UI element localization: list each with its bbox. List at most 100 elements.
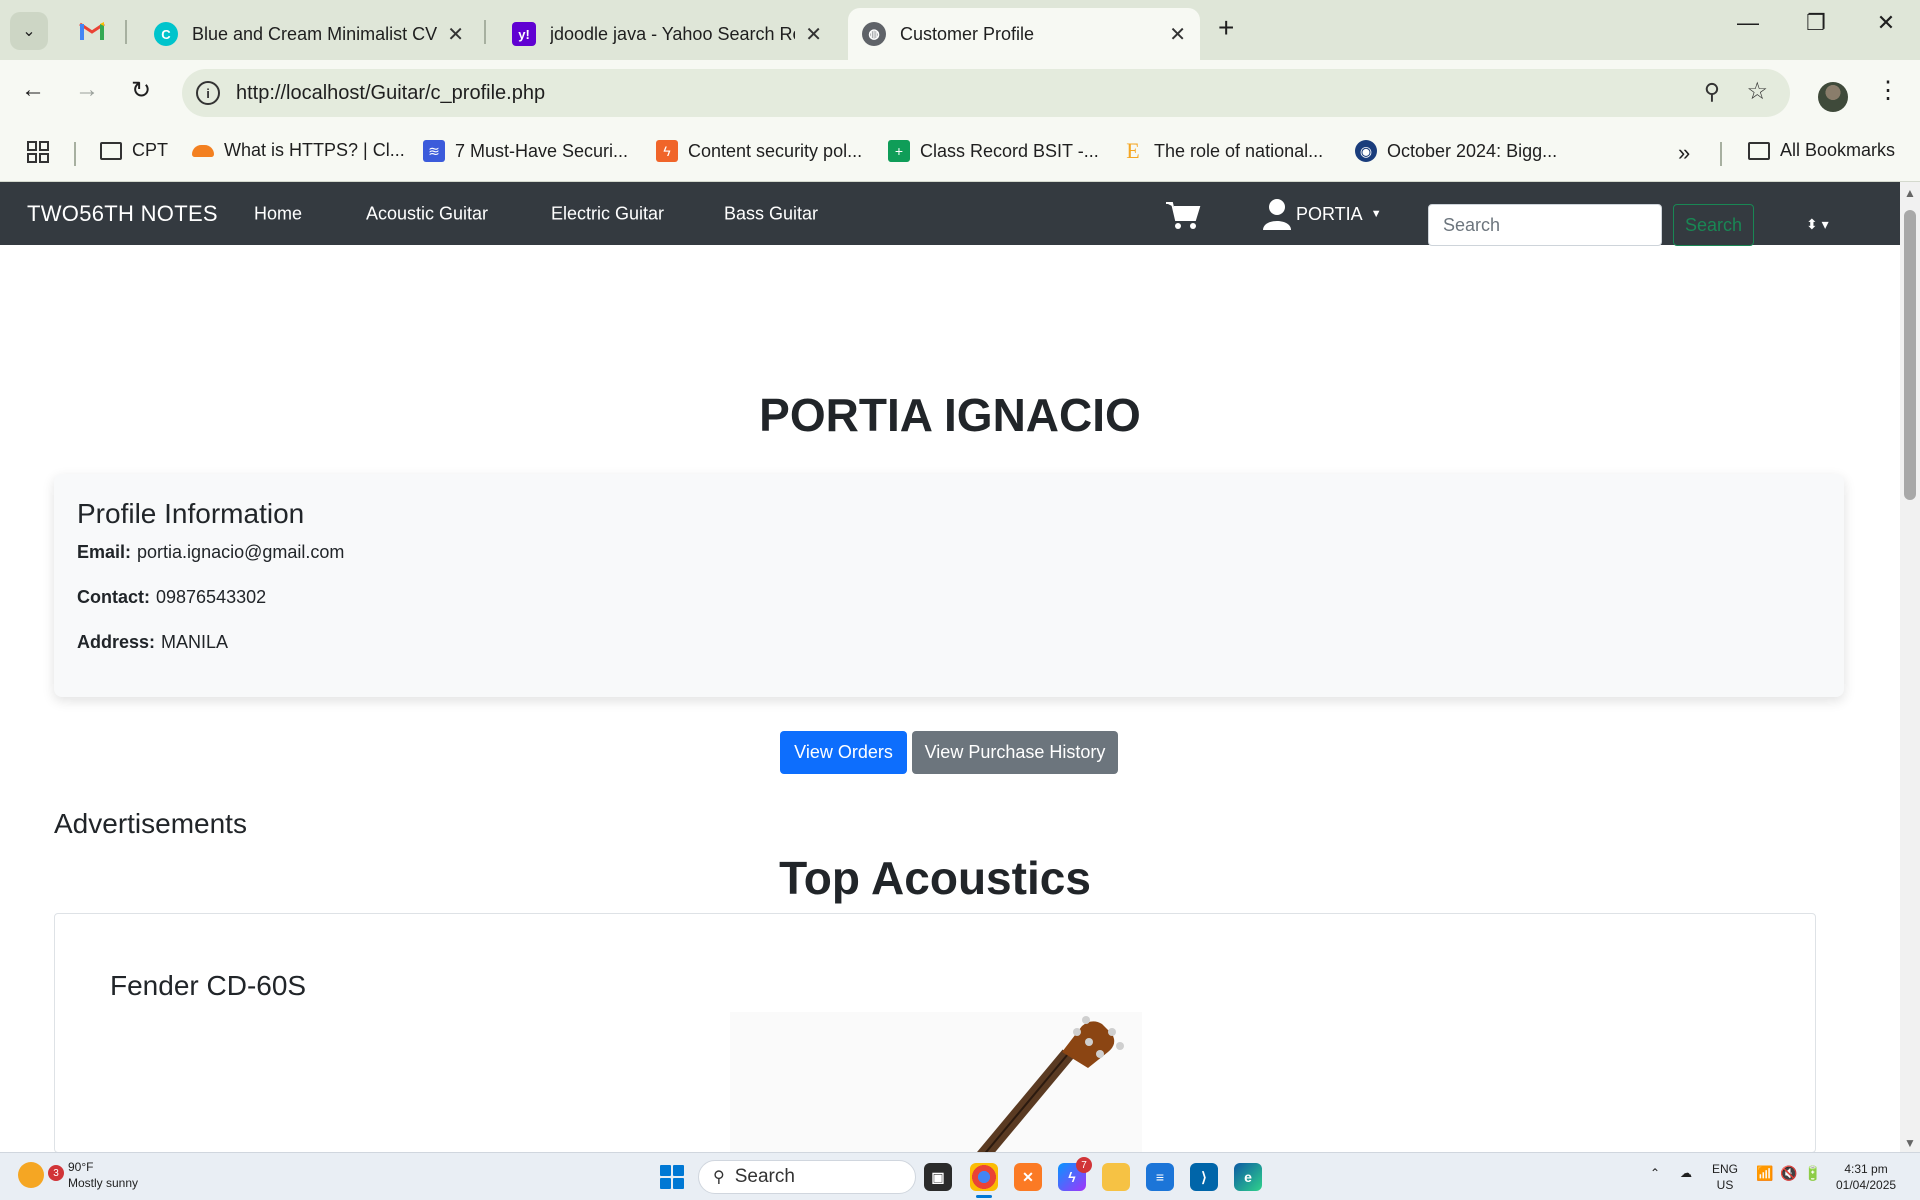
apps-grid-icon[interactable] [26, 140, 50, 164]
xampp-icon[interactable]: ✕ [1014, 1163, 1042, 1191]
bookmarks-bar: CPT What is HTTPS? | Cl... ≋ 7 Must-Have… [0, 126, 1920, 182]
wifi-icon[interactable]: 📶 [1756, 1165, 1773, 1181]
volume-muted-icon[interactable]: 🔇 [1780, 1165, 1797, 1181]
tab-yahoo[interactable]: y! jdoodle java - Yahoo Search Res ✕ [498, 8, 836, 60]
gmail-pinned-tab[interactable] [72, 14, 112, 48]
grid-icon [27, 141, 49, 163]
product-card[interactable]: Fender CD-60S [54, 913, 1816, 1153]
tab-canva[interactable]: C Blue and Cream Minimalist CV R ✕ [140, 8, 478, 60]
user-icon [1263, 199, 1291, 230]
bookmark-national[interactable]: E The role of national... [1122, 138, 1324, 163]
language-indicator[interactable]: ENG US [1712, 1161, 1738, 1193]
address-label: Address: [77, 632, 156, 652]
profile-card: Profile Information Email: portia.ignacio… [54, 474, 1844, 697]
scroll-up-icon[interactable]: ▲ [1904, 186, 1916, 200]
bookmark-csp[interactable]: ϟ Content security pol... [656, 140, 862, 162]
tab-title: jdoodle java - Yahoo Search Res [550, 23, 796, 44]
region-label: US [1716, 1178, 1734, 1192]
bookmark-label: CPT [132, 140, 168, 160]
bookmark-star-icon[interactable]: ☆ [1746, 77, 1768, 106]
bookmark-label: The role of national... [1154, 140, 1324, 161]
contact-label: Contact: [77, 587, 150, 607]
browser-tabstrip: ⌄ C Blue and Cream Minimalist CV R ✕ y! … [0, 0, 1920, 60]
tab-title: Customer Profile [900, 23, 1035, 44]
tab-search-button[interactable]: ⌄ [10, 12, 48, 50]
sun-icon [18, 1162, 44, 1188]
site-navbar: TWO56TH NOTES Home Acoustic Guitar Elect… [0, 182, 1900, 246]
new-tab-icon[interactable]: + [1218, 12, 1234, 44]
chrome-icon[interactable] [970, 1163, 998, 1191]
onedrive-icon[interactable]: ☁ [1680, 1165, 1692, 1181]
user-menu[interactable]: PORTIA ▼ [1262, 198, 1382, 230]
chevron-double-right-icon[interactable]: » [1678, 140, 1690, 166]
weather-widget[interactable]: 3 90°F Mostly sunny [18, 1159, 138, 1191]
site-search-input[interactable] [1428, 204, 1662, 246]
zoom-icon[interactable]: ⚲ [1704, 79, 1720, 105]
contact-value: 09876543302 [156, 587, 267, 607]
nav-bass-guitar[interactable]: Bass Guitar [724, 204, 818, 225]
bookmark-https[interactable]: What is HTTPS? | Cl... [192, 140, 405, 161]
task-view-icon[interactable]: ▣ [924, 1163, 952, 1191]
close-window-icon[interactable]: ✕ [1866, 10, 1906, 36]
profile-address-row: Address: MANILA [77, 632, 228, 653]
view-orders-button[interactable]: View Orders [780, 731, 907, 774]
close-icon[interactable]: ✕ [447, 22, 464, 47]
notepad-icon[interactable]: ≡ [1146, 1163, 1174, 1191]
minimize-icon[interactable]: — [1728, 10, 1768, 36]
guitar-icon [977, 1016, 1124, 1152]
taskbar-search-label: Search [734, 1166, 795, 1187]
file-explorer-icon[interactable] [1102, 1163, 1130, 1191]
close-icon[interactable]: ✕ [805, 22, 822, 47]
profile-avatar[interactable] [1818, 82, 1848, 112]
forward-arrow-icon[interactable]: → [70, 76, 104, 104]
view-purchase-history-button[interactable]: View Purchase History [912, 731, 1118, 774]
nav-acoustic-guitar[interactable]: Acoustic Guitar [366, 204, 488, 225]
user-name: PORTIA [1296, 203, 1363, 224]
bookmark-separator [1720, 142, 1722, 166]
gmail-icon [79, 22, 105, 40]
bookmark-class-record[interactable]: + Class Record BSIT -... [888, 140, 1099, 162]
address-bar[interactable]: i http://localhost/Guitar/c_profile.php … [182, 69, 1790, 117]
page-scrollbar[interactable]: ▲ ▼ [1900, 182, 1920, 1152]
chevron-up-icon[interactable]: ⌃ [1650, 1165, 1660, 1181]
bookmark-october[interactable]: ◉ October 2024: Bigg... [1355, 140, 1557, 162]
address-url[interactable]: http://localhost/Guitar/c_profile.php [236, 82, 545, 105]
bookmark-security[interactable]: ≋ 7 Must-Have Securi... [423, 140, 628, 162]
scroll-down-icon[interactable]: ▼ [1904, 1136, 1916, 1150]
site-search-button[interactable]: Search [1673, 204, 1754, 246]
bookmark-cpt[interactable]: CPT [100, 140, 168, 161]
site-brand[interactable]: TWO56TH NOTES [27, 201, 218, 227]
nav-home[interactable]: Home [254, 204, 302, 225]
weather-temp: 90°F [68, 1160, 94, 1174]
close-icon[interactable]: ✕ [1169, 22, 1186, 47]
bookmark-label: October 2024: Bigg... [1387, 140, 1558, 161]
email-label: Email: [77, 542, 132, 562]
clock[interactable]: 4:31 pm 01/04/2025 [1836, 1161, 1896, 1193]
battery-icon[interactable]: 🔋 [1804, 1165, 1821, 1181]
cart-icon[interactable] [1165, 200, 1201, 235]
nav-electric-guitar[interactable]: Electric Guitar [551, 204, 664, 225]
edge-icon[interactable]: e [1234, 1163, 1262, 1191]
more-menu-icon[interactable]: ⋮ [1876, 76, 1900, 105]
advertisements-title: Advertisements [54, 808, 247, 839]
windows-start-icon[interactable] [660, 1165, 684, 1189]
restore-icon[interactable]: ❐ [1796, 10, 1836, 36]
windows-taskbar: 3 90°F Mostly sunny ⚲ Search ▣ ✕ ϟ 7 ≡ ⟩… [0, 1152, 1920, 1200]
address-value: MANILA [161, 632, 229, 652]
sort-caret-icon[interactable]: ⬍ ▾ [1806, 216, 1829, 233]
guitar-product-image [730, 1012, 1142, 1152]
reload-icon[interactable]: ↻ [124, 76, 158, 105]
site-info-icon[interactable]: i [196, 81, 220, 105]
tab-separator [484, 20, 486, 44]
weather-badge: 3 [48, 1165, 64, 1181]
tab-customer-profile[interactable]: ◍ Customer Profile ✕ [848, 8, 1200, 60]
scroll-thumb[interactable] [1904, 210, 1916, 500]
layers-icon: ≋ [423, 140, 445, 162]
vscode-icon[interactable]: ⟩ [1190, 1163, 1218, 1191]
search-icon: ⚲ [713, 1169, 725, 1186]
bookmark-separator [74, 142, 76, 166]
circle-logo-icon: ◉ [1355, 140, 1377, 162]
taskbar-search[interactable]: ⚲ Search [698, 1160, 916, 1194]
all-bookmarks-folder[interactable]: All Bookmarks [1748, 140, 1895, 161]
back-arrow-icon[interactable]: ← [16, 76, 50, 104]
